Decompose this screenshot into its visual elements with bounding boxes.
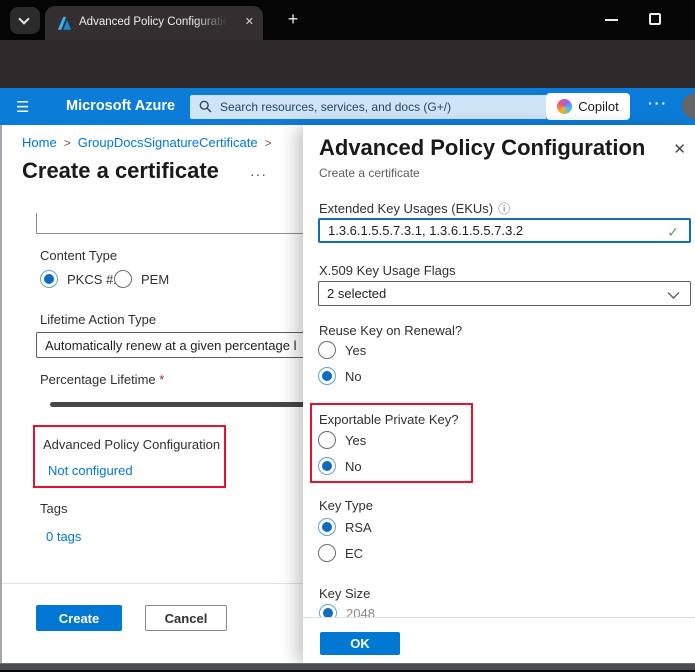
advanced-policy-panel: Advanced Policy Configuration ✕ Create a… xyxy=(303,125,695,665)
radio-label: 2048 xyxy=(346,606,375,618)
avatar[interactable] xyxy=(682,93,695,119)
azure-brand[interactable]: Microsoft Azure xyxy=(66,98,175,114)
search-placeholder: Search resources, services, and docs (G+… xyxy=(220,100,451,114)
exportable-key-radio-yes[interactable]: Yes xyxy=(318,431,366,449)
percentage-lifetime-label: Percentage Lifetime * xyxy=(40,372,164,387)
breadcrumb-home-link[interactable]: Home xyxy=(22,135,57,150)
content-type-radio-pem[interactable]: PEM xyxy=(114,270,169,288)
browser-tab[interactable]: Advanced Policy Configuration ✕ xyxy=(45,6,263,40)
tags-link[interactable]: 0 tags xyxy=(46,529,81,544)
radio-selected-icon xyxy=(318,457,336,475)
radio-label: Yes xyxy=(345,343,366,358)
reuse-key-radio-yes[interactable]: Yes xyxy=(318,341,366,359)
radio-label: PEM xyxy=(141,272,169,287)
footer-divider xyxy=(0,583,303,584)
tab-close-icon[interactable]: ✕ xyxy=(245,15,254,28)
page-title-more-icon[interactable]: ··· xyxy=(250,166,267,182)
create-button[interactable]: Create xyxy=(36,605,122,631)
key-size-label: Key Size xyxy=(319,586,370,601)
radio-selected-icon xyxy=(318,518,336,536)
chevron-down-icon xyxy=(18,13,29,24)
maximize-button[interactable] xyxy=(649,13,661,25)
info-icon[interactable]: ⓘ xyxy=(498,202,510,216)
radio-selected-icon xyxy=(40,270,58,288)
new-tab-button[interactable]: + xyxy=(282,8,304,30)
panel-subtitle: Create a certificate xyxy=(319,166,420,180)
advanced-policy-label: Advanced Policy Configuration xyxy=(43,437,220,452)
browser-window: Advanced Policy Configuration ✕ + ← → xyxy=(0,0,695,672)
radio-selected-icon xyxy=(318,367,336,385)
azure-top-bar: ☰ Microsoft Azure Search resources, serv… xyxy=(0,88,695,125)
content-type-label: Content Type xyxy=(40,248,117,263)
minimize-button[interactable] xyxy=(605,19,618,21)
radio-selected-icon xyxy=(319,604,337,617)
breadcrumb: Home>GroupDocsSignatureCertificate> xyxy=(22,135,279,150)
panel-title: Advanced Policy Configuration xyxy=(319,135,645,161)
radio-unselected-icon xyxy=(318,341,336,359)
radio-unselected-icon xyxy=(318,544,336,562)
browser-address-row: ← → portal.azure.co... xyxy=(0,40,695,88)
partial-text-field[interactable] xyxy=(36,213,306,234)
copilot-button[interactable]: Copilot xyxy=(546,93,630,120)
radio-label: No xyxy=(345,459,362,474)
eku-value: 1.3.6.1.5.5.7.3.1, 1.3.6.1.5.5.7.3.2 xyxy=(328,223,523,238)
window-left-border xyxy=(0,125,2,663)
breadcrumb-separator: > xyxy=(57,136,78,150)
radio-unselected-icon xyxy=(114,270,132,288)
key-usage-select[interactable]: 2 selected xyxy=(318,281,691,306)
panel-footer: OK xyxy=(303,617,695,665)
breadcrumb-parent-link[interactable]: GroupDocsSignatureCertificate xyxy=(78,135,258,150)
search-icon xyxy=(199,100,212,113)
eku-label: Extended Key Usages (EKUs)ⓘ xyxy=(319,200,510,217)
radio-label: Yes xyxy=(345,433,366,448)
valid-check-icon: ✓ xyxy=(667,224,679,241)
chevron-down-icon xyxy=(667,291,680,300)
tab-title-fade xyxy=(195,12,241,36)
close-icon[interactable]: ✕ xyxy=(673,140,686,158)
key-type-label: Key Type xyxy=(319,498,373,513)
not-configured-link[interactable]: Not configured xyxy=(48,463,133,478)
key-size-radio-2048-clipped[interactable]: 2048 xyxy=(319,604,519,617)
exportable-key-label: Exportable Private Key? xyxy=(319,412,458,427)
more-menu-icon[interactable]: ··· xyxy=(648,95,668,111)
required-asterisk: * xyxy=(159,372,164,387)
lifetime-action-select[interactable]: Automatically renew at a given percentag… xyxy=(36,332,306,358)
radio-unselected-icon xyxy=(318,431,336,449)
cancel-button[interactable]: Cancel xyxy=(145,605,227,631)
tags-label: Tags xyxy=(40,501,67,516)
key-type-radio-rsa[interactable]: RSA xyxy=(318,518,372,536)
eku-input[interactable]: 1.3.6.1.5.5.7.3.1, 1.3.6.1.5.5.7.3.2 ✓ xyxy=(318,218,691,243)
copilot-label: Copilot xyxy=(578,99,618,114)
tab-search-button[interactable] xyxy=(10,7,40,34)
search-input[interactable]: Search resources, services, and docs (G+… xyxy=(190,95,546,119)
key-type-radio-ec[interactable]: EC xyxy=(318,544,363,562)
exportable-key-radio-no[interactable]: No xyxy=(318,457,362,475)
ok-button[interactable]: OK xyxy=(320,632,400,655)
reuse-key-radio-no[interactable]: No xyxy=(318,367,362,385)
radio-label: EC xyxy=(345,546,363,561)
radio-label: No xyxy=(345,369,362,384)
key-usage-value: 2 selected xyxy=(327,286,386,301)
key-usage-label: X.509 Key Usage Flags xyxy=(319,263,456,278)
lifetime-action-value: Automatically renew at a given percentag… xyxy=(45,338,296,353)
browser-tab-bar: Advanced Policy Configuration ✕ + xyxy=(0,0,695,40)
page-title: Create a certificate xyxy=(22,158,219,184)
radio-label: RSA xyxy=(345,520,372,535)
reuse-key-label: Reuse Key on Renewal? xyxy=(319,323,462,338)
window-bottom-border xyxy=(0,663,695,672)
breadcrumb-separator: > xyxy=(258,136,279,150)
hamburger-menu-icon[interactable]: ☰ xyxy=(16,98,29,116)
lifetime-action-label: Lifetime Action Type xyxy=(40,312,156,327)
highlight-box-advanced-policy xyxy=(33,425,226,488)
percentage-lifetime-slider[interactable] xyxy=(50,402,306,407)
copilot-icon xyxy=(557,99,572,114)
azure-logo-icon xyxy=(57,16,72,31)
